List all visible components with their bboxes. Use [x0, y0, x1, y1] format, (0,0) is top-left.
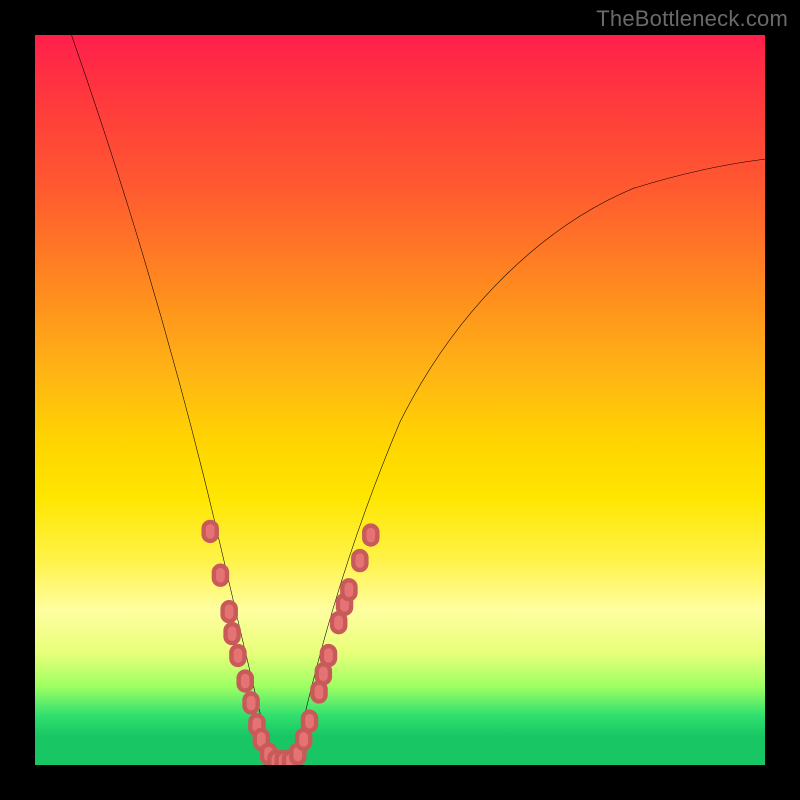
bead-marker [223, 602, 236, 621]
bead-marker [297, 730, 310, 749]
curve-layer [35, 35, 765, 765]
bead-marker [231, 646, 244, 665]
curve-beads [204, 522, 378, 765]
chart-stage: TheBottleneck.com [0, 0, 800, 800]
bead-marker [214, 566, 227, 585]
bead-marker [322, 646, 335, 665]
bead-marker [245, 693, 258, 712]
bead-marker [332, 613, 345, 632]
bead-marker [239, 672, 252, 691]
bead-marker [204, 522, 217, 541]
bottleneck-curve [72, 35, 766, 761]
bead-marker [364, 526, 377, 545]
bead-marker [303, 712, 316, 731]
plot-area [35, 35, 765, 765]
bead-marker [353, 551, 366, 570]
bead-marker [226, 624, 239, 643]
watermark-text: TheBottleneck.com [596, 6, 788, 32]
bead-marker [342, 580, 355, 599]
